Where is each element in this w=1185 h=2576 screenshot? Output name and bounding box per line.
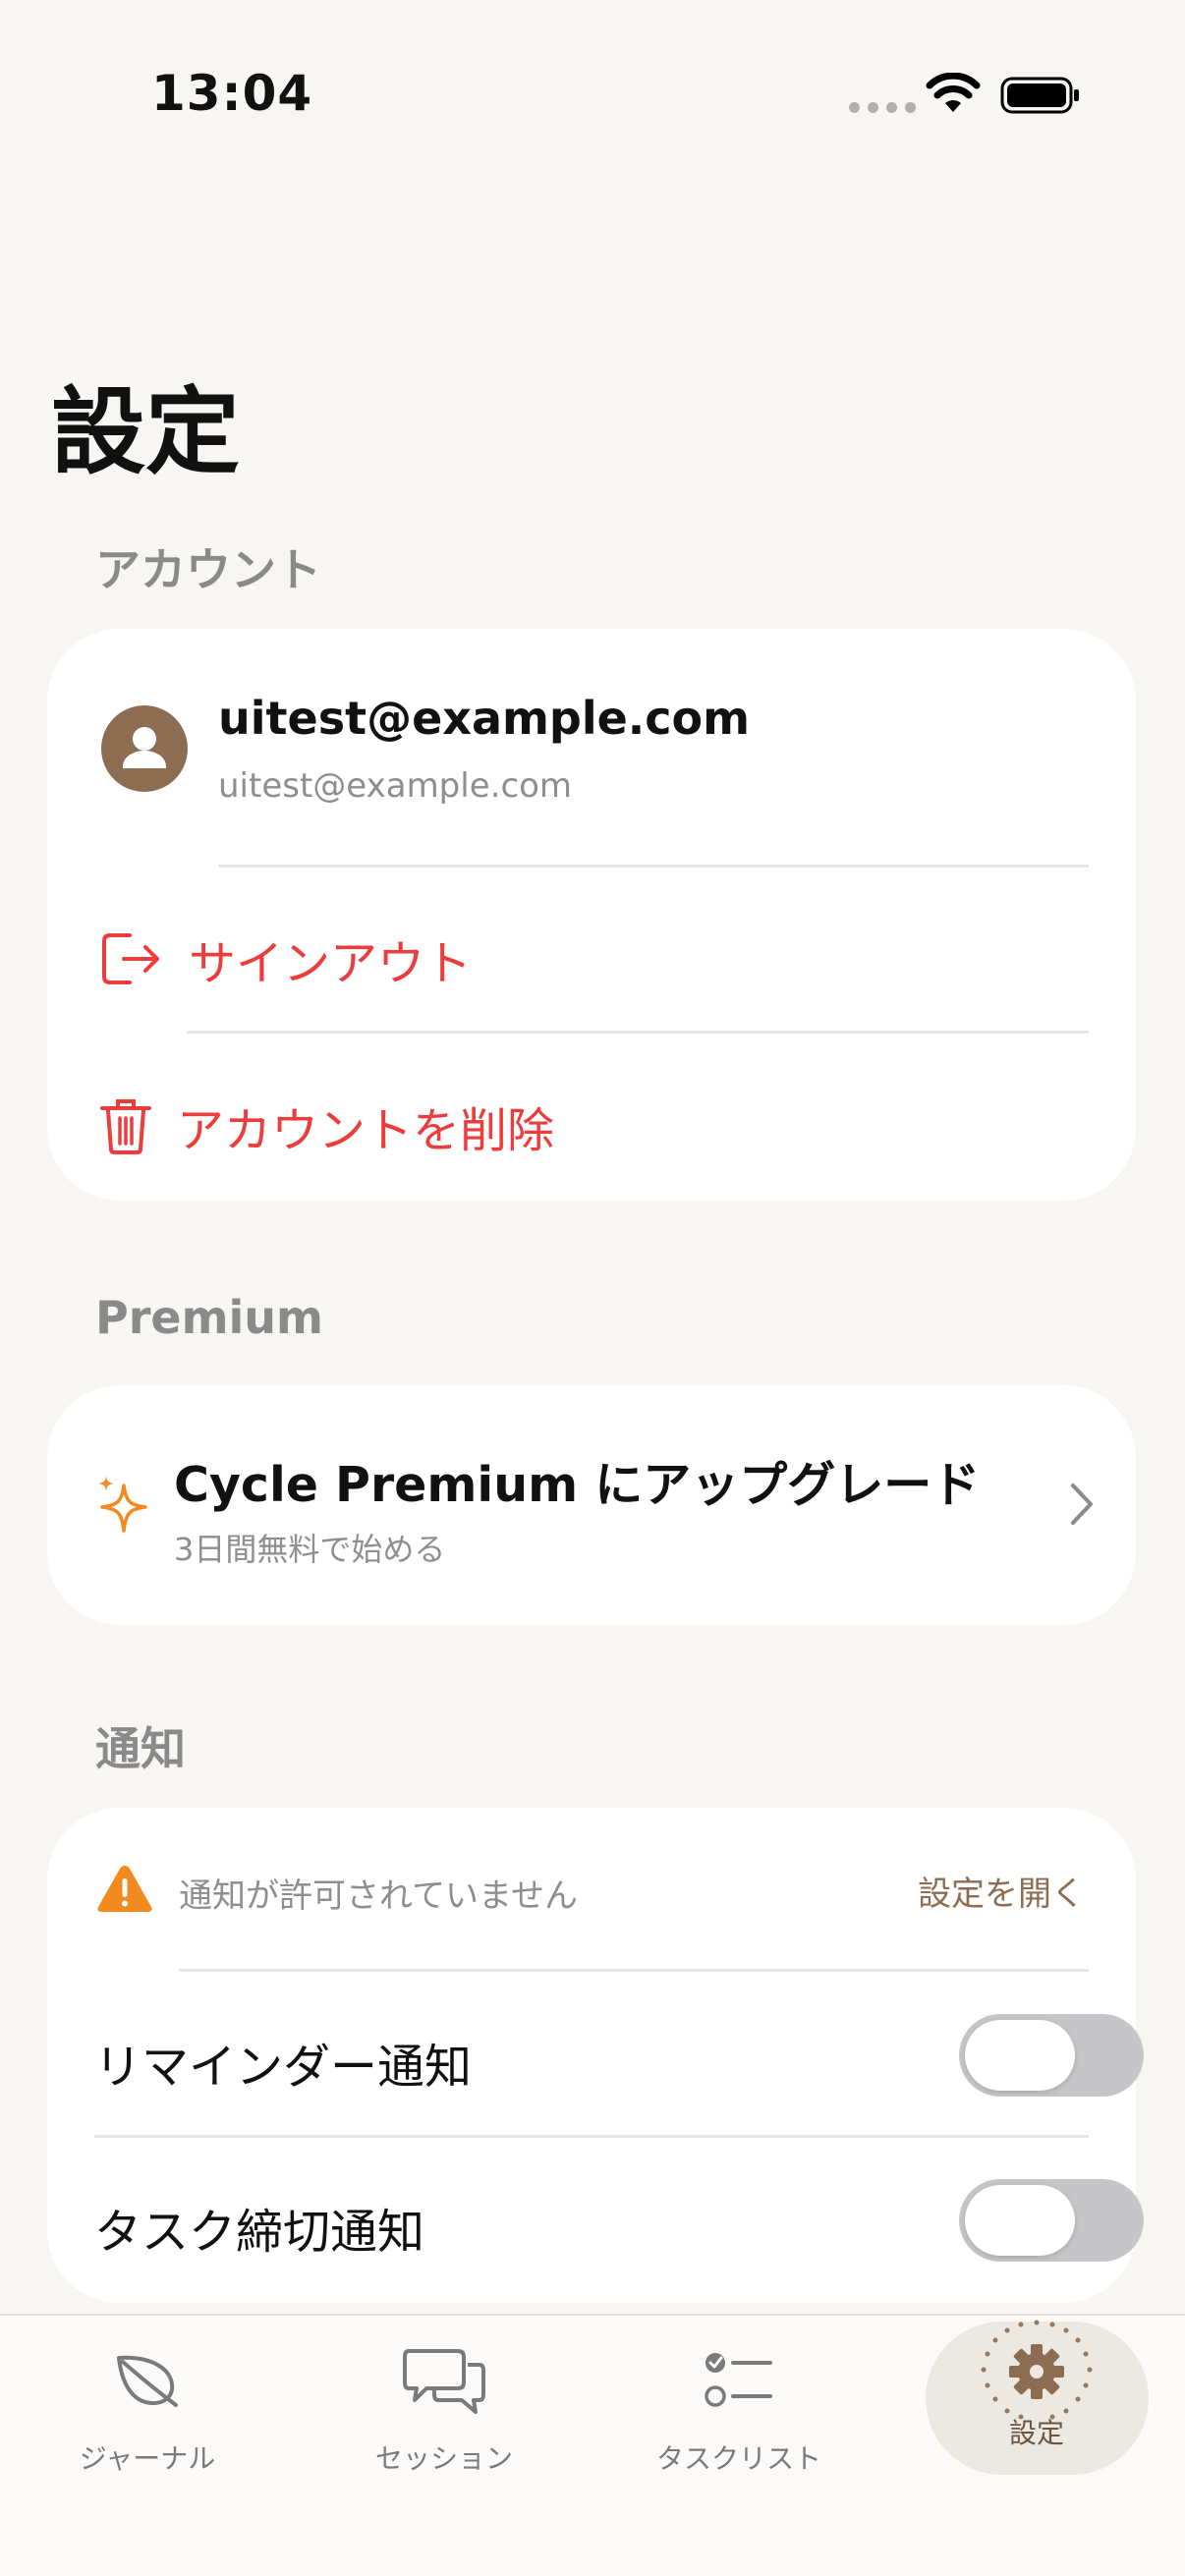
page-title: 設定 xyxy=(51,377,240,487)
account-card: uitest@example.com uitest@example.com サイ… xyxy=(47,629,1136,1201)
reminder-notification-toggle[interactable] xyxy=(959,2014,1144,2097)
avatar xyxy=(101,705,188,792)
status-bar: 13:04 xyxy=(0,0,1185,187)
delete-account-button[interactable]: アカウントを削除 xyxy=(94,1057,1089,1195)
tab-tasklist[interactable]: タスクリスト xyxy=(641,2316,837,2512)
person-icon xyxy=(123,727,166,768)
divider xyxy=(94,2135,1089,2138)
delete-account-label: アカウントを削除 xyxy=(177,1103,555,1158)
divider xyxy=(187,1031,1089,1034)
task-deadline-notification-toggle[interactable] xyxy=(959,2179,1144,2262)
toggle-knob xyxy=(965,2185,1075,2256)
account-email: uitest@example.com xyxy=(218,692,751,745)
chat-bubbles-icon xyxy=(403,2349,485,2414)
open-settings-link[interactable]: 設定を開く xyxy=(918,1867,1085,1915)
premium-subtitle: 3日間無料で始める xyxy=(174,1531,446,1568)
reminder-notification-label: リマインダー通知 xyxy=(94,2040,473,2095)
premium-upgrade-row[interactable]: Cycle Premium にアップグレード 3日間無料で始める xyxy=(47,1385,1136,1625)
gear-icon xyxy=(981,2320,1093,2420)
divider xyxy=(179,1969,1089,1972)
sign-out-label: サインアウト xyxy=(189,936,473,991)
signal-dots-icon xyxy=(849,102,916,113)
checklist-icon xyxy=(705,2353,772,2407)
notifications-warning-text: 通知が許可されていません xyxy=(179,1876,578,1916)
warning-icon xyxy=(97,1866,152,1912)
tab-bar: ジャーナル セッション タスクリスト 設定 xyxy=(0,2314,1185,2576)
premium-section-label: Premium xyxy=(95,1291,323,1344)
status-time: 13:04 xyxy=(151,65,313,122)
leaf-icon xyxy=(117,2355,178,2407)
sparkle-icon xyxy=(98,1476,147,1533)
wifi-icon xyxy=(926,73,981,112)
account-email-sub: uitest@example.com xyxy=(218,766,573,806)
toggle-knob xyxy=(965,2020,1075,2091)
sign-out-icon xyxy=(102,933,159,984)
tab-journal-label: ジャーナル xyxy=(79,2442,216,2475)
battery-icon xyxy=(1000,77,1079,114)
notifications-section-label: 通知 xyxy=(95,1722,186,1775)
tab-session-label: セッション xyxy=(374,2442,513,2475)
chevron-right-icon xyxy=(1071,1484,1093,1525)
sign-out-button[interactable]: サインアウト xyxy=(94,890,1089,1028)
notifications-card: 通知が許可されていません 設定を開く リマインダー通知 タスク締切通知 xyxy=(47,1808,1144,2303)
tab-settings[interactable]: 設定 xyxy=(938,2316,1135,2512)
premium-title: Cycle Premium にアップグレード xyxy=(174,1457,981,1513)
tab-tasklist-label: タスクリスト xyxy=(655,2442,821,2475)
tab-session[interactable]: セッション xyxy=(346,2316,542,2512)
task-deadline-notification-label: タスク締切通知 xyxy=(94,2205,425,2260)
tab-journal[interactable]: ジャーナル xyxy=(49,2316,246,2512)
divider xyxy=(218,865,1089,868)
trash-icon xyxy=(100,1099,151,1154)
account-section-label: アカウント xyxy=(95,543,321,596)
